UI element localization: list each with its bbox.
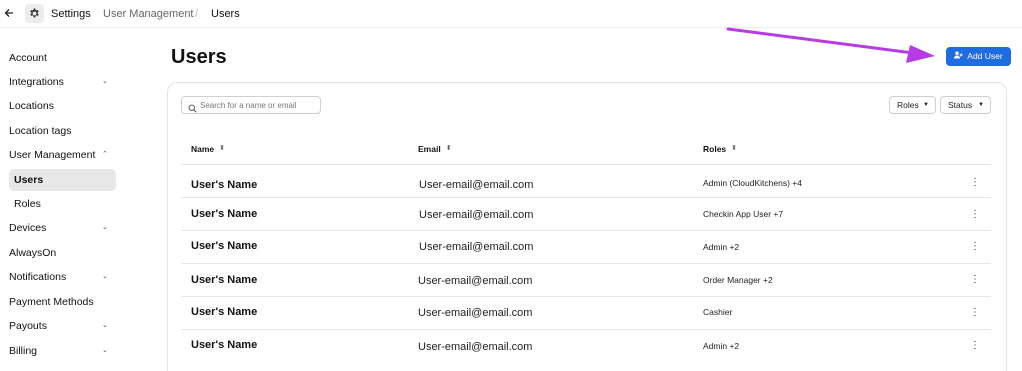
sidebar-item-notifications[interactable]: Notifications ⌄	[0, 266, 120, 288]
more-vertical-icon[interactable]: ⋮	[970, 307, 980, 319]
sidebar-item-roles[interactable]: Roles	[0, 193, 120, 215]
sidebar-item-label: Users	[14, 174, 44, 186]
table-row[interactable]: User's Name User-email@email.com Order M…	[181, 263, 991, 296]
column-header-email[interactable]: Email ⬍	[418, 144, 452, 154]
user-roles: Admin +2	[703, 341, 740, 351]
user-name: User's Name	[191, 306, 258, 318]
user-name: User's Name	[191, 179, 258, 191]
sidebar-item-devices[interactable]: Devices ⌄	[0, 217, 120, 239]
page-title: Users	[171, 46, 227, 68]
sidebar-item-payouts[interactable]: Payouts ⌄	[0, 315, 120, 337]
more-vertical-icon[interactable]: ⋮	[970, 177, 980, 189]
user-email: User-email@email.com	[419, 179, 534, 191]
more-vertical-icon[interactable]: ⋮	[970, 209, 980, 221]
top-bar: Settings User Management / Users	[0, 0, 1022, 28]
sidebar-item-integrations[interactable]: Integrations ⌄	[0, 71, 120, 93]
sidebar-item-alwayson[interactable]: AlwaysOn	[0, 242, 120, 264]
sidebar-item-label: User Management	[9, 149, 96, 161]
roles-filter-dropdown[interactable]: Roles ▼	[889, 96, 936, 114]
table-row[interactable]: User's Name User-email@email.com Admin (…	[181, 164, 991, 197]
table-row[interactable]: User's Name User-email@email.com Checkin…	[181, 197, 991, 230]
user-name: User's Name	[191, 339, 258, 351]
sidebar-item-account[interactable]: Account	[0, 47, 120, 69]
breadcrumb-settings[interactable]: Settings	[51, 8, 91, 21]
sidebar-item-label: AlwaysOn	[9, 247, 57, 259]
search-field[interactable]	[181, 96, 321, 114]
user-plus-icon	[954, 47, 963, 66]
column-header-label: Roles	[703, 144, 727, 154]
chevron-up-icon: ⌃	[102, 151, 108, 158]
sidebar-item-label: Notifications	[9, 271, 67, 283]
sidebar-item-label: Devices	[9, 222, 47, 234]
search-icon	[188, 100, 197, 118]
chevron-down-icon: ⌄	[102, 322, 108, 329]
sidebar-item-label: Location tags	[9, 125, 72, 137]
caret-down-icon: ▼	[978, 102, 984, 108]
breadcrumb-users: Users	[211, 8, 240, 20]
column-header-label: Email	[418, 144, 441, 154]
sidebar-item-locations[interactable]: Locations	[0, 95, 120, 117]
more-vertical-icon[interactable]: ⋮	[970, 340, 980, 352]
user-email: User-email@email.com	[418, 275, 533, 287]
sidebar-item-billing[interactable]: Billing ⌄	[0, 340, 120, 362]
sort-icon: ⬍	[731, 145, 738, 152]
breadcrumb-user-management[interactable]: User Management	[103, 8, 194, 21]
roles-filter-label: Roles	[897, 100, 919, 110]
sidebar-item-label: Account	[9, 52, 47, 64]
sidebar-item-label: Integrations	[9, 76, 64, 88]
sidebar-item-label: Payouts	[9, 320, 47, 332]
add-user-label: Add User	[967, 51, 1003, 61]
user-roles: Admin (CloudKitchens) +4	[703, 178, 802, 188]
column-header-roles[interactable]: Roles ⬍	[703, 144, 737, 154]
chevron-down-icon: ⌄	[102, 347, 108, 354]
sidebar-item-location-tags[interactable]: Location tags	[0, 120, 120, 142]
chevron-down-icon: ⌄	[102, 273, 108, 280]
sidebar-item-user-management[interactable]: User Management ⌃	[0, 144, 120, 166]
add-user-button[interactable]: Add User	[946, 47, 1011, 66]
sidebar-item-label: Roles	[14, 198, 41, 210]
user-name: User's Name	[191, 274, 258, 286]
sort-icon: ⬍	[445, 145, 452, 152]
gear-icon[interactable]	[25, 4, 44, 23]
table-row[interactable]: User's Name User-email@email.com Admin +…	[181, 230, 991, 263]
user-roles: Admin +2	[703, 242, 740, 252]
user-name: User's Name	[191, 208, 258, 220]
breadcrumb-separator: /	[195, 8, 199, 20]
user-roles: Cashier	[703, 307, 733, 317]
sort-icon: ⬍	[219, 145, 226, 152]
user-email: User-email@email.com	[418, 341, 533, 353]
chevron-down-icon: ⌄	[102, 78, 108, 85]
user-roles: Order Manager +2	[703, 275, 773, 285]
more-vertical-icon[interactable]: ⋮	[970, 274, 980, 286]
caret-down-icon: ▼	[923, 102, 929, 108]
search-input[interactable]	[200, 98, 318, 112]
status-filter-label: Status	[948, 100, 973, 110]
sidebar-item-label: Billing	[9, 345, 38, 357]
user-email: User-email@email.com	[418, 307, 533, 319]
column-header-label: Name	[191, 144, 215, 154]
user-email: User-email@email.com	[419, 241, 534, 253]
user-email: User-email@email.com	[419, 209, 534, 221]
user-roles: Checkin App User +7	[703, 209, 784, 219]
more-vertical-icon[interactable]: ⋮	[970, 241, 980, 253]
column-header-name[interactable]: Name ⬍	[191, 144, 225, 154]
sidebar-item-payment-methods[interactable]: Payment Methods	[0, 291, 120, 313]
sidebar-item-users[interactable]: Users	[9, 169, 116, 191]
table-row[interactable]: User's Name User-email@email.com Admin +…	[181, 329, 991, 362]
user-name: User's Name	[191, 240, 258, 252]
status-filter-dropdown[interactable]: Status ▼	[940, 96, 991, 114]
chevron-down-icon: ⌄	[102, 224, 108, 231]
sidebar-item-label: Locations	[9, 100, 54, 112]
sidebar-item-label: Payment Methods	[9, 296, 94, 308]
table-row[interactable]: User's Name User-email@email.com Cashier…	[181, 296, 991, 329]
sidebar: Account Integrations ⌄ Locations Locatio…	[0, 28, 140, 371]
back-arrow-icon[interactable]	[4, 6, 16, 20]
